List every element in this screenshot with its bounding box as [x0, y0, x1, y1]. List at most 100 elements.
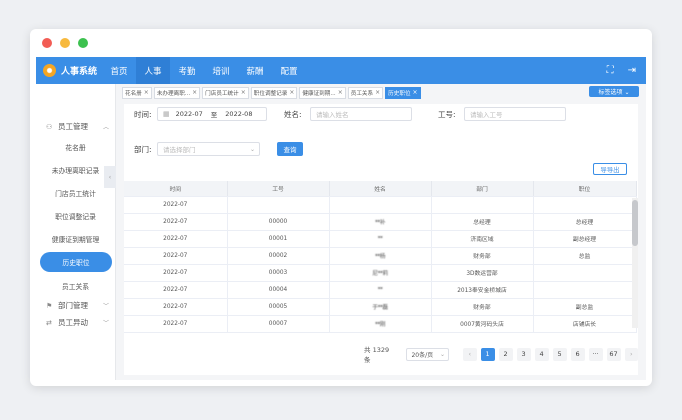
close-icon[interactable]: × [375, 89, 380, 96]
tab-5[interactable]: 员工关系 × [347, 86, 384, 99]
table-cell: 店铺店长 [533, 315, 637, 333]
tab-label: 健康证到期... [302, 90, 336, 97]
query-button[interactable]: 查询 [277, 142, 303, 156]
close-dot[interactable] [42, 38, 52, 48]
sidebar-group-0[interactable]: ⚇ 员工管理 ︿ [36, 118, 115, 135]
app-logo[interactable]: 人事系统 [36, 64, 102, 77]
page-button[interactable]: 6 [570, 347, 585, 361]
tab-6[interactable]: 历史职位 × [385, 86, 421, 99]
export-button[interactable]: 导导出 [593, 163, 627, 175]
table-cell: 于**磊 [329, 298, 432, 316]
chevron-down-icon: ⌄ [249, 145, 255, 153]
tab-3[interactable]: 职位调整记录 × [250, 86, 298, 99]
sidebar-group-2[interactable]: ⇄ 员工异动 ﹀ [36, 314, 115, 331]
column-header[interactable]: 时间 [124, 181, 228, 197]
page-size-select[interactable]: 20条/页 ⌄ [406, 347, 450, 361]
next-page-button[interactable]: › [624, 347, 638, 361]
table-cell: 00005 [227, 298, 330, 316]
column-header[interactable]: 姓名 [329, 181, 432, 197]
main-content: 花名册 × 未办理离职... × 门店员工统计 × 职位调整记录 × 健康证到期... × 员工关系… [116, 84, 646, 380]
tab-2[interactable]: 门店员工统计 × [202, 86, 249, 99]
close-icon[interactable]: × [241, 89, 246, 96]
sidebar-item-3[interactable]: 职位调整记录 [36, 204, 115, 227]
column-header[interactable]: 职位 [533, 181, 637, 197]
table-row[interactable]: 2022-07 00001 ** 济南区域 副总经理 [124, 230, 637, 248]
close-icon[interactable]: × [289, 89, 294, 96]
sidebar-item-5[interactable]: 历史职位 [40, 252, 112, 272]
table-row[interactable]: 2022-07 [124, 196, 637, 214]
date-end: 2022-08 [225, 110, 253, 118]
table-row[interactable]: 2022-07 00002 **杨 财务部 总监 [124, 247, 637, 265]
app-title: 人事系统 [61, 67, 98, 77]
transfer-icon: ⇄ [46, 318, 52, 327]
time-label: 时间: [134, 110, 152, 119]
logout-icon[interactable]: ⇥ [628, 65, 636, 76]
tab-bar: 花名册 × 未办理离职... × 门店员工统计 × 职位调整记录 × 健康证到期... × 员工关系… [116, 84, 646, 101]
close-icon[interactable]: × [192, 89, 197, 96]
table-cell: **杨 [329, 247, 432, 265]
page-button[interactable]: 4 [534, 347, 549, 361]
close-icon[interactable]: × [338, 89, 343, 96]
page-button[interactable]: 5 [552, 347, 567, 361]
minimize-dot[interactable] [60, 38, 70, 48]
table-cell: ** [329, 281, 432, 299]
table-cell: 2022-07 [124, 213, 228, 231]
chevron-up-icon: ︿ [102, 124, 109, 131]
nav-item-3[interactable]: 培训 [204, 57, 238, 84]
close-icon[interactable]: × [144, 89, 149, 96]
table-body: 2022-07 2022-07 00000 **补 总经理 总经理 2022-07 00001… [124, 196, 637, 333]
chevron-down-icon: ﹀ [102, 303, 109, 310]
table-cell: 2022-07 [124, 298, 228, 316]
sidebar-item-6[interactable]: 员工关系 [36, 274, 115, 297]
sidebar-item-4[interactable]: 健康证到期管理 [36, 227, 115, 250]
table-scrollbar[interactable] [632, 198, 638, 328]
prev-page-button[interactable]: ‹ [463, 347, 477, 361]
table-cell: 00004 [227, 281, 330, 299]
page-button[interactable]: 1 [480, 347, 495, 361]
date-range-picker[interactable]: ▦ 2022-07 至 2022-08 [157, 107, 267, 121]
tab-label: 门店员工统计 [205, 90, 239, 97]
close-icon[interactable]: × [413, 89, 418, 96]
table-cell: 00003 [227, 264, 330, 282]
table-row[interactable]: 2022-07 00000 **补 总经理 总经理 [124, 213, 637, 231]
expand-icon[interactable]: ⛶ [607, 65, 614, 76]
table-cell: 济南区域 [431, 230, 534, 248]
sidebar-group-label: 部门管理 [58, 301, 88, 310]
page-button[interactable]: ··· [588, 347, 603, 361]
page-size-value: 20条/页 [411, 351, 434, 359]
sidebar-group-label: 员工异动 [58, 318, 88, 327]
tab-options-button[interactable]: 标签选项 ⌄ [589, 86, 639, 97]
pagination-total: 共 1329 条 [364, 346, 390, 364]
page-button[interactable]: 3 [516, 347, 531, 361]
scrollbar-thumb[interactable] [632, 200, 638, 246]
sidebar-group-label: 员工管理 [58, 122, 88, 131]
tab-1[interactable]: 未办理离职... × [153, 86, 201, 99]
page-button[interactable]: 2 [498, 347, 513, 361]
nav-item-5[interactable]: 配置 [272, 57, 306, 84]
table-row[interactable]: 2022-07 00005 于**磊 财务部 副总监 [124, 298, 637, 316]
maximize-dot[interactable] [78, 38, 88, 48]
tab-0[interactable]: 花名册 × [122, 86, 152, 99]
table-row[interactable]: 2022-07 00003 尼**莉 3D数运营部 [124, 264, 637, 282]
table-row[interactable]: 2022-07 00004 ** 2013奉安金桥城店 [124, 281, 637, 299]
dept-select[interactable]: 请选择部门 ⌄ [157, 142, 260, 156]
page-button[interactable]: 67 [606, 347, 621, 361]
table-cell: 财务部 [431, 247, 534, 265]
name-label: 姓名: [284, 110, 302, 119]
sidebar-item-0[interactable]: 花名册 [36, 135, 115, 158]
sidebar-collapse-toggle[interactable]: ‹ [104, 166, 116, 188]
nav-item-4[interactable]: 薪酬 [238, 57, 272, 84]
nav-item-1[interactable]: 人事 [136, 57, 170, 84]
column-header[interactable]: 工号 [227, 181, 330, 197]
sidebar-group-1[interactable]: ⚑ 部门管理 ﹀ [36, 297, 115, 314]
table-row[interactable]: 2022-07 00007 **刚 0007黄河码头店 店铺店长 [124, 315, 637, 333]
pagination: 共 1329 条 20条/页 ⌄ ‹ 1 2 3 4 5 6 ··· 67 › [364, 344, 638, 364]
table-cell: **刚 [329, 315, 432, 333]
jobno-input[interactable]: 请输入工号 [464, 107, 566, 121]
nav-item-0[interactable]: 首页 [102, 57, 136, 84]
name-input[interactable]: 请输入姓名 [310, 107, 412, 121]
column-header[interactable]: 部门 [431, 181, 534, 197]
tab-4[interactable]: 健康证到期... × [299, 86, 346, 99]
table-cell: 00002 [227, 247, 330, 265]
nav-item-2[interactable]: 考勤 [170, 57, 204, 84]
